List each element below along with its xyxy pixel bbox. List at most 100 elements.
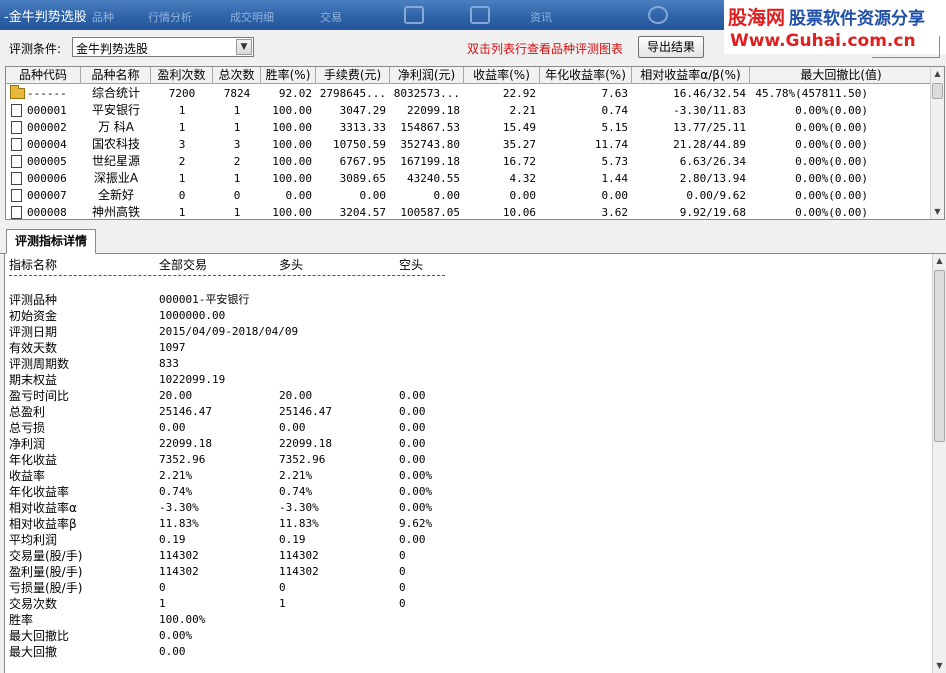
- col-header-return[interactable]: 收益率(%): [464, 67, 540, 84]
- cell-rel: -3.30/11.83: [673, 104, 746, 117]
- cell-wins: 2: [178, 155, 186, 168]
- cell-total: 7824: [223, 87, 251, 100]
- cell-total: 2: [233, 155, 241, 168]
- col-header-max-drawdown[interactable]: 最大回撤比(值): [750, 67, 932, 84]
- detail-value-long: 20.00: [279, 389, 313, 402]
- document-icon: [11, 104, 22, 117]
- condition-select-value: 金牛判势选股: [76, 42, 149, 56]
- cell-profit: 0.00: [433, 189, 461, 202]
- cell-name: 万 科A: [97, 120, 135, 134]
- detail-header-all: 全部交易: [159, 258, 208, 272]
- cell-rel: 9.92/19.68: [679, 206, 746, 219]
- cell-rel: 6.63/26.34: [679, 155, 746, 168]
- ghost-button-outline: [872, 36, 940, 58]
- watermark-brand-red: 股海网: [728, 7, 786, 29]
- scroll-up-arrow-icon[interactable]: ▲: [933, 254, 946, 268]
- table-row[interactable]: 000007 全新好 0 0 0.00 0.00 0.00 0.00 0.00 0.00/9.62…: [6, 187, 932, 204]
- detail-value-all: -3.30%: [159, 501, 199, 514]
- detail-value-long: 2.21%: [279, 469, 313, 482]
- cell-fee: 10750.59: [333, 138, 386, 151]
- cell-profit: 43240.55: [407, 172, 460, 185]
- watermark-brand-blue: 股票软件资源分享: [789, 9, 926, 29]
- detail-value-short: 0.00: [399, 453, 426, 466]
- cell-fee: 3313.33: [339, 121, 386, 134]
- detail-header-metric: 指标名称: [9, 258, 58, 272]
- detail-panel: 指标名称 全部交易 多头 空头 评测品种 000001-平安银行 初始资金 10000…: [4, 254, 946, 673]
- cell-rel: 2.80/13.94: [679, 172, 746, 185]
- col-header-annual-return[interactable]: 年化收益率(%): [540, 67, 632, 84]
- condition-select[interactable]: 金牛判势选股 ▼: [72, 37, 254, 57]
- condition-label: 评测条件:: [9, 42, 62, 56]
- detail-metric-label: 盈利量(股/手): [9, 565, 83, 579]
- cell-name: 深振业A: [93, 171, 139, 185]
- cell-dd: 45.78%(457811.50): [755, 87, 868, 100]
- cell-profit: 352743.80: [400, 138, 460, 151]
- scroll-thumb[interactable]: [934, 270, 945, 442]
- detail-value-all: 114302: [159, 565, 199, 578]
- cell-ret: 4.32: [509, 172, 537, 185]
- table-row[interactable]: 000008 神州高铁 1 1 100.00 3204.57 100587.05 10.06 3…: [6, 204, 932, 219]
- tab-detail[interactable]: 评测指标详情: [6, 229, 96, 254]
- table-row[interactable]: 000006 深振业A 1 1 100.00 3089.65 43240.55 4.32 1.4…: [6, 170, 932, 187]
- detail-value-all: 7352.96: [159, 453, 206, 466]
- detail-value-all: 000001-平安银行: [159, 293, 250, 306]
- col-header-profit[interactable]: 净利润(元): [390, 67, 464, 84]
- cell-ret: 16.72: [502, 155, 536, 168]
- detail-metric-label: 亏损量(股/手): [9, 581, 83, 595]
- cell-profit: 22099.18: [407, 104, 460, 117]
- scroll-down-arrow-icon[interactable]: ▼: [931, 205, 944, 219]
- detail-metric-label: 初始资金: [9, 309, 58, 323]
- table-row[interactable]: 000002 万 科A 1 1 100.00 3313.33 154867.53 15.49 5…: [6, 119, 932, 136]
- scroll-thumb[interactable]: [932, 83, 943, 99]
- col-header-name[interactable]: 品种名称: [81, 67, 151, 84]
- detail-value-all: 100.00%: [159, 613, 206, 626]
- col-header-winrate[interactable]: 胜率(%): [261, 67, 316, 84]
- detail-value-long: -3.30%: [279, 501, 319, 514]
- detail-scrollbar[interactable]: ▲ ▼: [932, 254, 946, 673]
- cell-ret: 22.92: [502, 87, 536, 100]
- cell-annual: 5.73: [601, 155, 629, 168]
- cell-profit: 167199.18: [400, 155, 460, 168]
- ghost-menu-item: 品种: [92, 11, 114, 24]
- detail-header-short: 空头: [399, 258, 424, 272]
- detail-value-short: 0: [399, 581, 406, 594]
- cell-code: 000001: [6, 102, 81, 119]
- detail-separator: [9, 275, 445, 276]
- table-row[interactable]: 000004 国农科技 3 3 100.00 10750.59 352743.80 35.27…: [6, 136, 932, 153]
- export-button[interactable]: 导出结果: [638, 36, 704, 58]
- table-scrollbar[interactable]: ▲ ▼: [930, 67, 944, 219]
- detail-value-all: 833: [159, 357, 179, 370]
- table-row[interactable]: 000001 平安银行 1 1 100.00 3047.29 22099.18 2.21 0.7…: [6, 102, 932, 119]
- cell-name: 平安银行: [91, 103, 140, 117]
- document-icon: [11, 138, 22, 151]
- detail-metric-label: 总亏损: [9, 421, 46, 435]
- table-row[interactable]: 000005 世纪星源 2 2 100.00 6767.95 167199.18 16.72 5…: [6, 153, 932, 170]
- cell-annual: 0.00: [601, 189, 629, 202]
- detail-value-all: 1000000.00: [159, 309, 226, 322]
- table-header: 品种代码 品种名称 盈利次数 总次数 胜率(%) 手续费(元) 净利润(元) 收…: [6, 67, 932, 84]
- cell-profit: 100587.05: [400, 206, 460, 219]
- detail-value-all: 1: [159, 597, 166, 610]
- scroll-down-arrow-icon[interactable]: ▼: [933, 659, 946, 673]
- scroll-up-arrow-icon[interactable]: ▲: [931, 67, 944, 81]
- col-header-total[interactable]: 总次数: [213, 67, 261, 84]
- cell-total: 1: [233, 206, 241, 219]
- cell-name: 世纪星源: [91, 154, 140, 168]
- cell-total: 0: [233, 189, 241, 202]
- detail-value-long: 0.00: [279, 421, 306, 434]
- detail-metric-label: 平均利润: [9, 533, 58, 547]
- chevron-down-icon[interactable]: ▼: [236, 39, 252, 55]
- cell-fee: 3047.29: [339, 104, 386, 117]
- cell-code: 000006: [6, 170, 81, 187]
- col-header-relative-return[interactable]: 相对收益率α/β(%): [632, 67, 750, 84]
- ghost-toolbar-icon: [404, 6, 424, 24]
- col-header-fee[interactable]: 手续费(元): [316, 67, 390, 84]
- cell-code-text: 000001: [27, 104, 67, 117]
- cell-code-text: 000007: [27, 189, 67, 202]
- col-header-code[interactable]: 品种代码: [6, 67, 81, 84]
- table-row[interactable]: ------ 综合统计 7200 7824 92.02 2798645... 8032573…: [6, 85, 932, 102]
- col-header-wins[interactable]: 盈利次数: [151, 67, 213, 84]
- cell-code-text: 000006: [27, 172, 67, 185]
- cell-total: 1: [233, 104, 241, 117]
- detail-metric-label: 期末权益: [9, 373, 58, 387]
